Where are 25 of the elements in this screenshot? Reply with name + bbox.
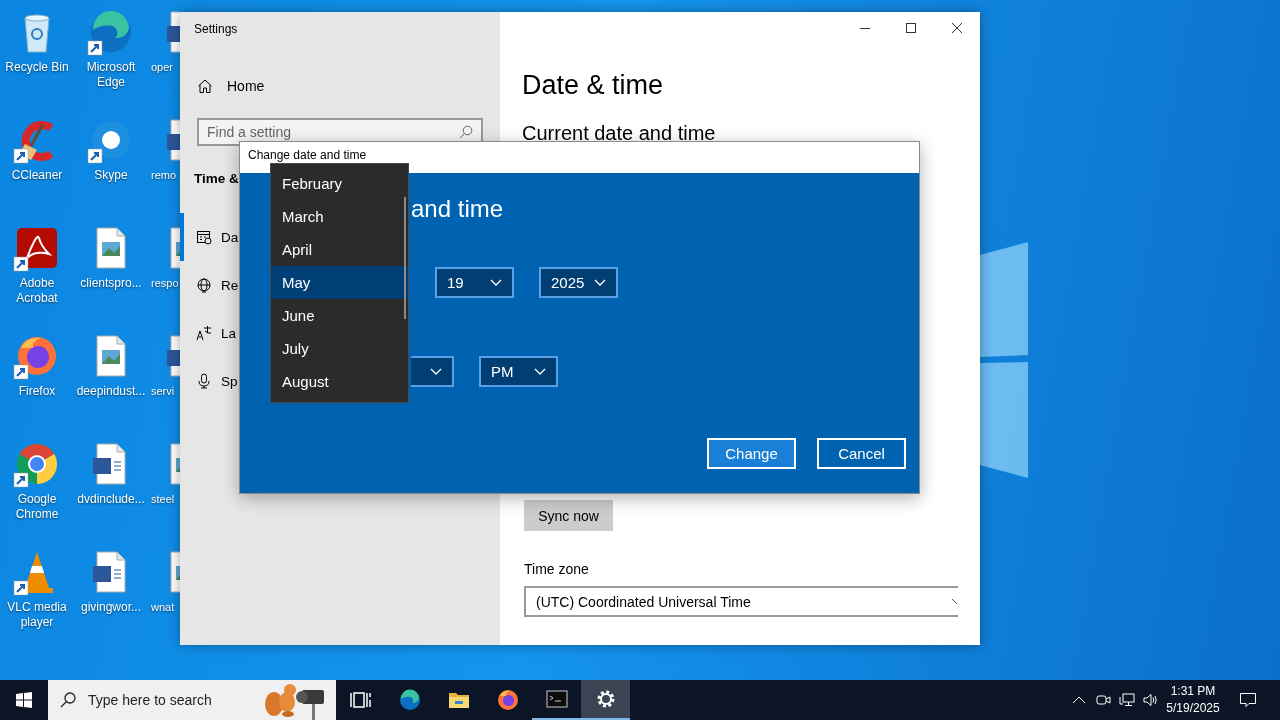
icon-label: respo [150, 276, 179, 291]
dialog-title: Change date and time [248, 148, 367, 162]
icon-label: steel [150, 492, 175, 507]
icon-label: deepindust... [75, 384, 147, 399]
icon-label: Adobe Acrobat [15, 276, 59, 306]
icon-label: clientspro... [79, 276, 143, 291]
icon-label: Skype [93, 168, 129, 183]
icon-label: dvdinclude... [76, 492, 146, 507]
icon-label: Google Chrome [14, 492, 60, 522]
icon-label: remo [150, 168, 177, 183]
page-title: Date & time [522, 69, 664, 102]
field-label: Time zone [524, 560, 589, 578]
section-heading: Time & [194, 170, 239, 188]
icon-label: oper [150, 60, 174, 75]
icon-label: Firefox [17, 384, 57, 399]
icon-label: Recycle Bin [4, 60, 70, 75]
icon-label: CCleaner [10, 168, 64, 183]
section-title: Current date and time [522, 121, 716, 146]
icon-label: servi [150, 384, 175, 399]
icon-label: wnat [150, 600, 175, 615]
icon-label: VLC media player [6, 600, 68, 630]
icon-label: Microsoft Edge [85, 60, 137, 90]
window-title: Settings [194, 22, 238, 36]
icon-label: givingwor... [80, 600, 142, 615]
dialog-heading: and time [411, 194, 504, 224]
